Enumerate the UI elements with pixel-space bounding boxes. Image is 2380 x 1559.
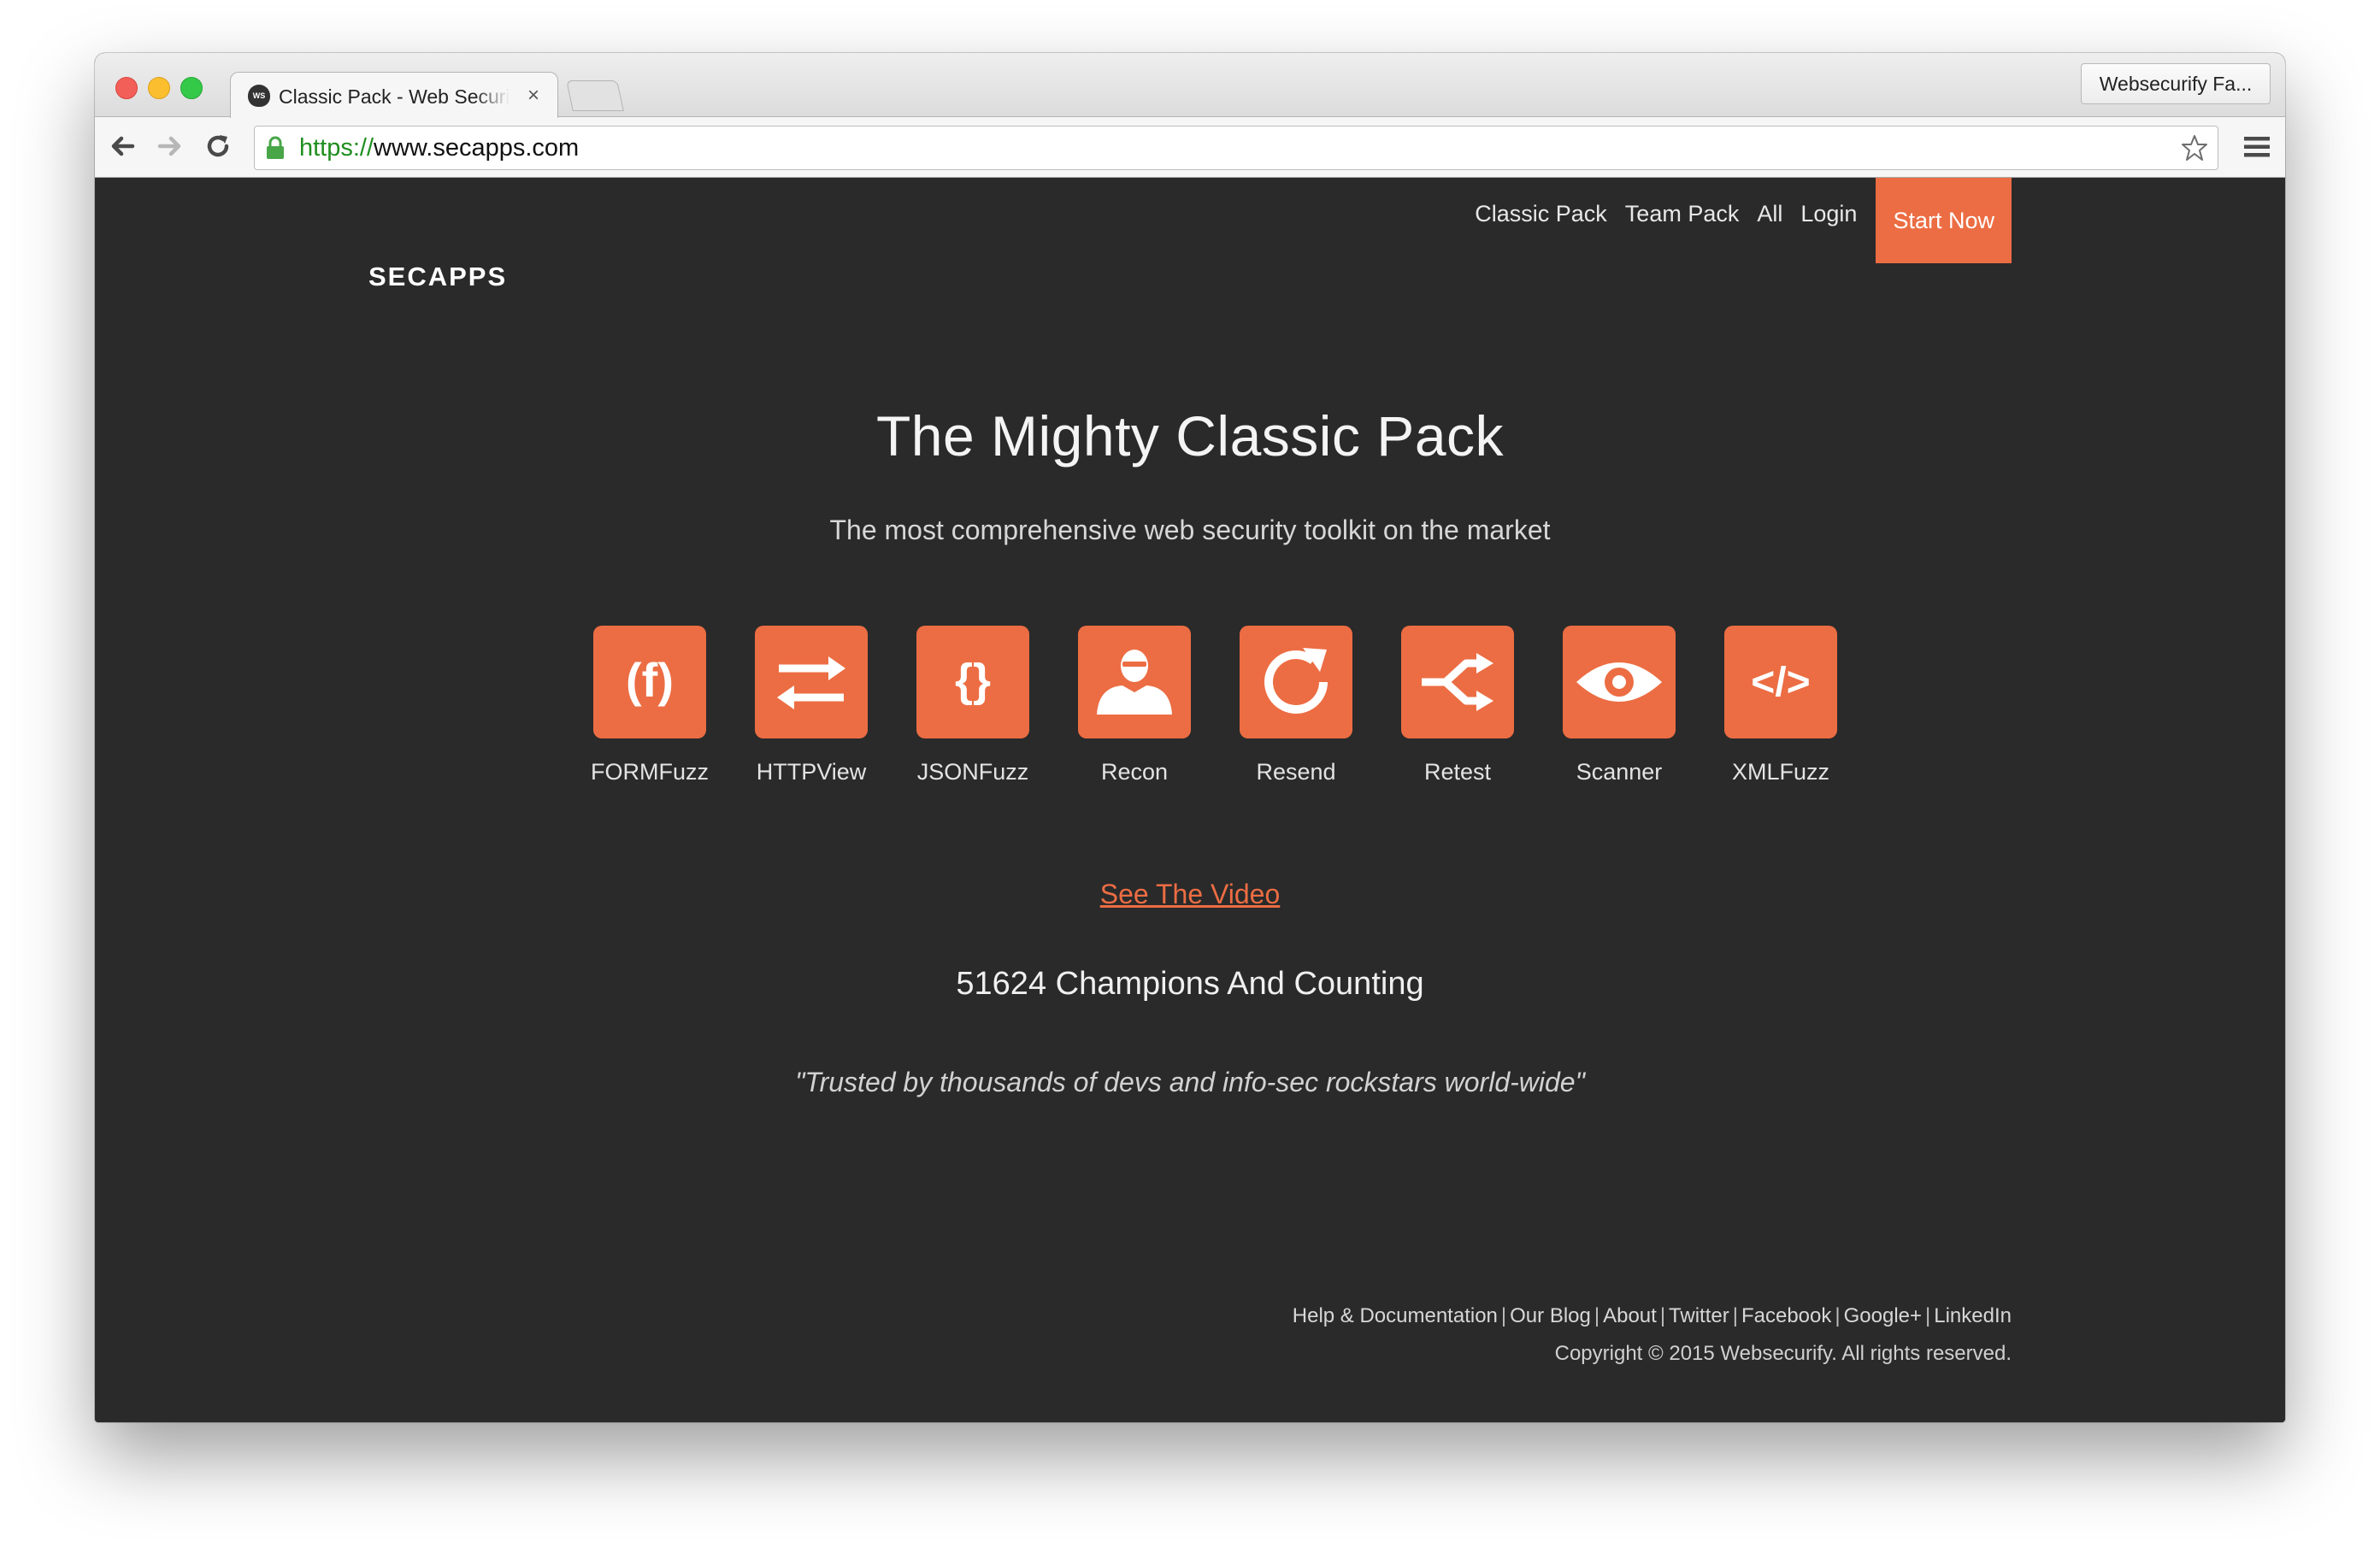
forward-arrow-icon[interactable] [153, 129, 187, 163]
copyright-text: Copyright © 2015 Websecurify. All rights… [1554, 1342, 2012, 1365]
footer-links: Help & Documentation | Our Blog | About | Twit… [1293, 1304, 2012, 1328]
page-title: The Mighty Classic Pack [875, 404, 1505, 468]
tab-title: Classic Pack - Web Security Tools [279, 85, 510, 108]
video-link-container: See The Video [95, 879, 2285, 910]
tool-recon[interactable]: Recon [1054, 626, 1215, 797]
footer-separator: | [1500, 1304, 1507, 1327]
footer-separator: | [1835, 1304, 1841, 1327]
code-tag-icon[interactable]: </> [1724, 626, 1837, 738]
footer-link-help[interactable]: Help & Documentation [1293, 1304, 1498, 1327]
svg-text:</>: </> [1751, 660, 1810, 705]
footer-separator: | [1732, 1304, 1738, 1327]
nav-all[interactable]: All [1757, 171, 1782, 256]
footer-link-googleplus[interactable]: Google+ [1844, 1304, 1922, 1327]
testimonial-quote: "Trusted by thousands of devs and info-s… [795, 1067, 1585, 1097]
profile-button[interactable]: Websecurify Fa... [2081, 63, 2271, 104]
see-the-video-link[interactable]: See The Video [1100, 879, 1281, 909]
tool-label-xmlfuzz[interactable]: XMLFuzz [1700, 759, 1861, 785]
tool-label-retest[interactable]: Retest [1377, 759, 1538, 785]
tool-retest[interactable]: Retest [1377, 626, 1538, 797]
browser-window: WS Classic Pack - Web Security Tools × W… [95, 53, 2285, 1422]
tool-scanner[interactable]: Scanner [1539, 626, 1700, 797]
hamburger-menu-icon[interactable] [2244, 136, 2270, 158]
address-bar[interactable]: https://www.secapps.com [254, 126, 2218, 170]
nav-team-pack[interactable]: Team Pack [1625, 171, 1740, 256]
lock-icon [267, 136, 284, 159]
websecurify-favicon-icon: WS [248, 85, 270, 107]
tool-label-scanner[interactable]: Scanner [1539, 759, 1700, 785]
user-agent-icon[interactable] [1078, 626, 1191, 738]
page-subtitle: The most comprehensive web security tool… [829, 515, 1551, 545]
browser-toolbar: https://www.secapps.com [95, 117, 2285, 178]
footer-link-facebook[interactable]: Facebook [1741, 1304, 1831, 1327]
new-tab-button[interactable] [566, 80, 624, 111]
secapps-logo[interactable]: SECAPPS [368, 262, 507, 292]
nav-login[interactable]: Login [1800, 171, 1857, 256]
eye-icon[interactable] [1563, 626, 1676, 738]
nav-classic-pack[interactable]: Classic Pack [1475, 171, 1607, 256]
url-scheme: https:// [299, 134, 374, 162]
curly-braces-icon[interactable]: {} [916, 626, 1029, 738]
url-text: https://www.secapps.com [299, 126, 579, 169]
bookmark-star-icon[interactable] [2180, 133, 2209, 162]
start-now-button[interactable]: Start Now [1876, 178, 2012, 263]
arrows-exchange-icon[interactable] [755, 626, 868, 738]
tool-label-resend[interactable]: Resend [1216, 759, 1376, 785]
footer-link-linkedin[interactable]: LinkedIn [1934, 1304, 2012, 1327]
refresh-icon[interactable] [1240, 626, 1352, 738]
tool-label-httpview[interactable]: HTTPView [731, 759, 892, 785]
tool-label-formfuzz[interactable]: FORMFuzz [569, 759, 730, 785]
tool-formfuzz[interactable]: (f) FORMFuzz [569, 626, 730, 797]
champions-counter: 51624 Champions And Counting [956, 966, 1424, 1002]
tool-httpview[interactable]: HTTPView [731, 626, 892, 797]
svg-text:{}: {} [955, 655, 991, 706]
footer-separator: | [1659, 1304, 1666, 1327]
shuffle-icon[interactable] [1401, 626, 1514, 738]
svg-text:(f): (f) [626, 653, 674, 707]
footer-link-twitter[interactable]: Twitter [1669, 1304, 1729, 1327]
footer-link-blog[interactable]: Our Blog [1510, 1304, 1591, 1327]
back-arrow-icon[interactable] [105, 129, 139, 163]
tool-label-jsonfuzz[interactable]: JSONFuzz [892, 759, 1053, 785]
top-nav: Classic Pack Team Pack All Login Start N… [1457, 178, 2012, 263]
footer-separator: | [1925, 1304, 1931, 1327]
minimize-window-button[interactable] [148, 77, 170, 99]
tool-grid: (f) FORMFuzz HTTPView {} JSONFuzz Recon … [569, 626, 1837, 797]
tab-strip: WS Classic Pack - Web Security Tools × W… [95, 53, 2285, 118]
tool-label-recon[interactable]: Recon [1054, 759, 1215, 785]
zoom-window-button[interactable] [180, 77, 203, 99]
form-fuzz-icon[interactable]: (f) [593, 626, 706, 738]
page-content: SECAPPS Classic Pack Team Pack All Login… [95, 178, 2285, 1422]
reload-icon[interactable] [201, 129, 235, 163]
browser-tab[interactable]: WS Classic Pack - Web Security Tools × [230, 72, 558, 118]
footer-link-about[interactable]: About [1603, 1304, 1657, 1327]
close-window-button[interactable] [115, 77, 138, 99]
tool-xmlfuzz[interactable]: </> XMLFuzz [1700, 626, 1861, 797]
url-host: www.secapps.com [374, 134, 580, 162]
tab-close-icon[interactable]: × [523, 83, 544, 109]
tool-jsonfuzz[interactable]: {} JSONFuzz [892, 626, 1053, 797]
tool-resend[interactable]: Resend [1216, 626, 1376, 797]
footer-separator: | [1594, 1304, 1600, 1327]
